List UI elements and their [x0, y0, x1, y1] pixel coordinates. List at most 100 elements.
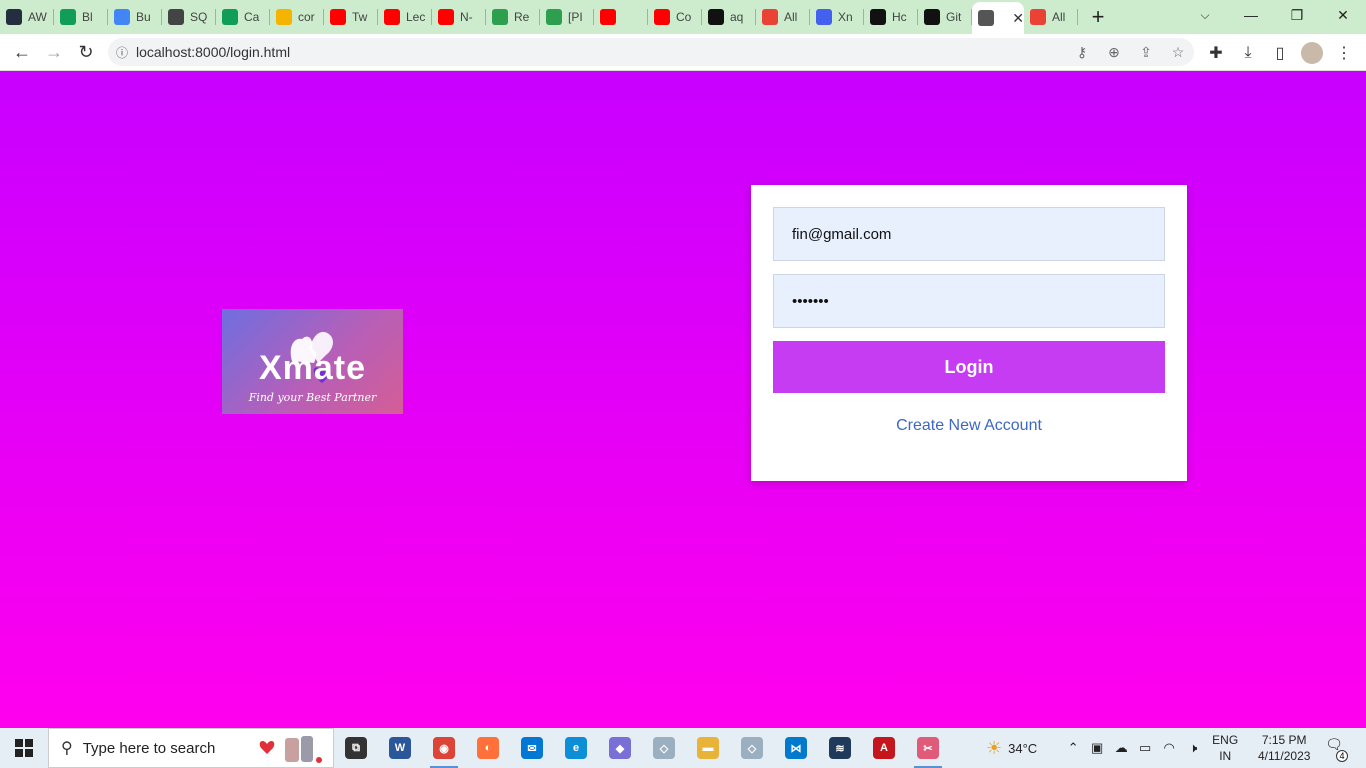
create-account-link[interactable]: Create New Account: [751, 417, 1187, 435]
tab-title: [PI: [568, 10, 583, 24]
browser-tab[interactable]: Ca: [216, 0, 270, 34]
weather-widget[interactable]: ☀ 34°C: [986, 738, 1037, 759]
youtube-icon: [384, 9, 400, 25]
notification-count: 4: [1336, 750, 1348, 762]
youtube-emoji-icon: [600, 9, 616, 25]
tab-title: Co: [676, 10, 692, 24]
browser-tab[interactable]: [594, 0, 648, 34]
new-tab-button[interactable]: +: [1080, 0, 1116, 34]
browser-tab[interactable]: [PI: [540, 0, 594, 34]
taskbar-app-button[interactable]: ✂: [906, 728, 950, 768]
browser-tab[interactable]: cor: [270, 0, 324, 34]
globe-icon: [978, 10, 994, 26]
tab-title: Hc: [892, 10, 907, 24]
login-card: Login Create New Account: [751, 185, 1187, 481]
taskbar-app-button[interactable]: ⋈: [774, 728, 818, 768]
browser-tab[interactable]: Hc: [864, 0, 918, 34]
chat-icon: [870, 9, 886, 25]
taskbar-app-button[interactable]: ⧉: [334, 728, 378, 768]
onedrive-icon[interactable]: ☁: [1109, 740, 1133, 756]
doc-icon: [168, 9, 184, 25]
browser-tab[interactable]: Bu: [108, 0, 162, 34]
taskbar-search[interactable]: ⚲ Type here to search: [48, 728, 334, 768]
vscode-icon: ⋈: [785, 737, 807, 759]
close-tab-icon[interactable]: ✕: [1012, 10, 1024, 27]
meet-now-icon[interactable]: ▣: [1085, 740, 1109, 756]
leaf-icon: [546, 9, 562, 25]
clock-date: 4/11/2023: [1257, 749, 1311, 763]
browser-tab[interactable]: Git: [918, 0, 972, 34]
taskbar-app-button[interactable]: ◉: [422, 728, 466, 768]
browser-tab[interactable]: Lec: [378, 0, 432, 34]
email-field[interactable]: [773, 207, 1165, 261]
copilot-icon: ◆: [609, 737, 631, 759]
restore-icon[interactable]: ❐: [1274, 0, 1320, 30]
key-icon[interactable]: ⚷: [1066, 44, 1098, 61]
minimize-icon[interactable]: —: [1228, 0, 1274, 30]
tab-active[interactable]: ✕: [972, 2, 1024, 34]
tab-title: Xn: [838, 10, 853, 24]
back-arrow-icon[interactable]: ←: [6, 36, 38, 68]
profile-avatar[interactable]: [1301, 41, 1323, 64]
menu-kebab-icon[interactable]: ⋮: [1328, 43, 1360, 63]
wifi-icon[interactable]: ◠: [1157, 740, 1181, 756]
browser-tab[interactable]: aq: [702, 0, 756, 34]
taskbar-app-button[interactable]: A: [862, 728, 906, 768]
windows-start-button[interactable]: [0, 728, 48, 768]
volume-muted-icon[interactable]: 🕨: [1181, 740, 1205, 756]
browser-tab[interactable]: Bl: [54, 0, 108, 34]
close-window-icon[interactable]: ✕: [1320, 0, 1366, 30]
browser-tab[interactable]: Xn: [810, 0, 864, 34]
password-field[interactable]: [773, 274, 1165, 328]
browser-tab[interactable]: Re: [486, 0, 540, 34]
share-icon[interactable]: ⇪: [1130, 44, 1162, 61]
extensions-icon[interactable]: ✚: [1200, 43, 1232, 63]
site-info-icon[interactable]: ⓘ: [108, 44, 136, 61]
task-view-icon: ⧉: [345, 737, 367, 759]
browser-tab[interactable]: Co: [648, 0, 702, 34]
windows-taskbar: ⚲ Type here to search ⧉ W ◉ ◐ ✉ e ◆ ◇ ▬ ◇ ⋈ ≋ A ✂ ☀ 3…: [0, 728, 1366, 768]
browser-tab[interactable]: AW: [0, 0, 54, 34]
github-icon: [924, 9, 940, 25]
taskbar-app-button[interactable]: ◇: [730, 728, 774, 768]
sheets-icon: [222, 9, 238, 25]
taskbar-clock[interactable]: 7:15 PM 4/11/2023: [1249, 732, 1319, 764]
taskbar-app-button[interactable]: ≋: [818, 728, 862, 768]
browser-tab[interactable]: All: [756, 0, 810, 34]
taskbar-app-button[interactable]: ✉: [510, 728, 554, 768]
browser-tab[interactable]: SQ: [162, 0, 216, 34]
notification-center-icon[interactable]: 🗨 4: [1322, 736, 1348, 762]
taskbar-app-button[interactable]: e: [554, 728, 598, 768]
bookmark-star-icon[interactable]: ☆: [1162, 44, 1194, 61]
xmate-logo: Xmate Find your Best Partner: [222, 309, 403, 414]
download-icon[interactable]: ⤓: [1232, 44, 1264, 62]
zoom-icon[interactable]: ⊕: [1098, 44, 1130, 61]
forward-arrow-icon[interactable]: →: [38, 36, 70, 68]
side-panel-icon[interactable]: ▯: [1264, 43, 1296, 63]
taskbar-app-button[interactable]: ▬: [686, 728, 730, 768]
taskbar-app-button[interactable]: W: [378, 728, 422, 768]
browser-tab[interactable]: N-: [432, 0, 486, 34]
mail-icon: ✉: [521, 737, 543, 759]
browser-tab-strip: AW Bl Bu SQ Ca cor Tw Lec N- Re [PI Co aq All Xn Hc Git ✕…: [0, 0, 1366, 34]
browser-tab[interactable]: All: [1024, 0, 1078, 34]
login-page: Xmate Find your Best Partner Login Creat…: [0, 71, 1366, 728]
battery-icon[interactable]: ▭: [1133, 740, 1157, 756]
system-tray: ☀ 34°C ⌃ ▣ ☁ ▭ ◠ 🕨 ENG IN 7:15 PM 4/11/2…: [986, 728, 1319, 768]
tab-title: cor: [298, 10, 315, 24]
browser-tab[interactable]: Tw: [324, 0, 378, 34]
address-url[interactable]: localhost:8000/login.html: [136, 44, 1066, 60]
tab-title: SQ: [190, 10, 208, 24]
firefox-icon: ◐: [477, 737, 499, 759]
taskbar-app-button[interactable]: ◇: [642, 728, 686, 768]
login-button[interactable]: Login: [773, 341, 1165, 393]
gmail-icon: [762, 9, 778, 25]
tray-expand-chevron-icon[interactable]: ⌃: [1061, 740, 1085, 756]
taskbar-app-button[interactable]: ◆: [598, 728, 642, 768]
leaf-icon: [492, 9, 508, 25]
tab-search-chevron-icon[interactable]: ⌵: [1190, 0, 1220, 30]
address-bar[interactable]: ⓘ localhost:8000/login.html ⚷ ⊕ ⇪ ☆: [108, 38, 1194, 66]
reload-icon[interactable]: ↻: [70, 36, 102, 68]
language-indicator[interactable]: ENG IN: [1205, 732, 1245, 764]
taskbar-app-button[interactable]: ◐: [466, 728, 510, 768]
